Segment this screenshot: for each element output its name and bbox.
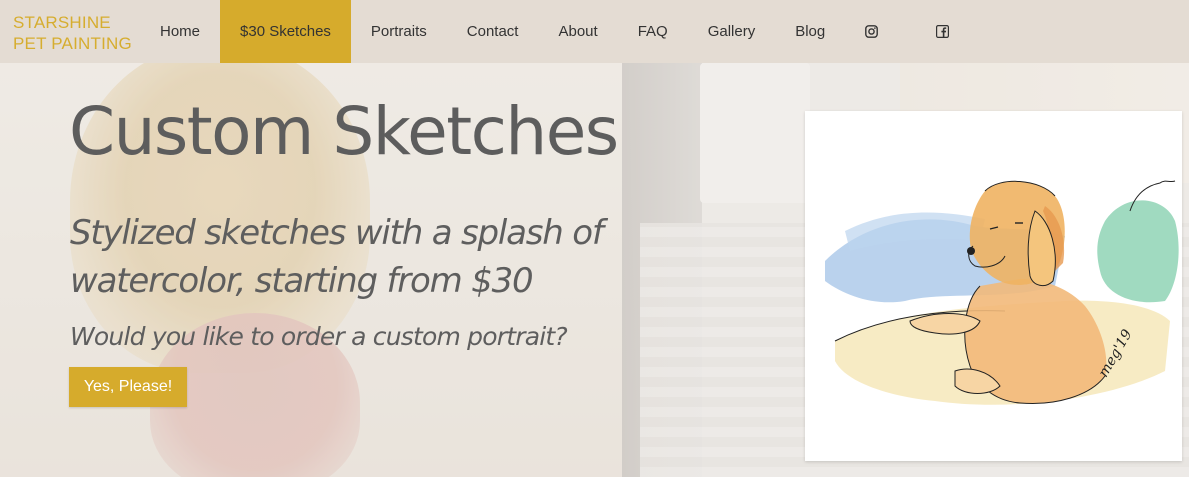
hero-question: Would you like to order a custom portrai…	[70, 322, 568, 351]
nav-portraits[interactable]: Portraits	[351, 0, 447, 63]
nav-about[interactable]: About	[538, 0, 617, 63]
yes-please-button[interactable]: Yes, Please!	[69, 367, 187, 407]
site-logo[interactable]: STARSHINE PET PAINTING	[0, 0, 140, 63]
nav-contact[interactable]: Contact	[447, 0, 539, 63]
page-bottom-strip	[0, 477, 1189, 503]
nav-blog[interactable]: Blog	[775, 0, 845, 63]
instagram-icon[interactable]	[845, 0, 898, 63]
logo-line-2: PET PAINTING	[13, 34, 132, 53]
facebook-icon[interactable]	[898, 0, 969, 63]
dog-sketch-image: meg'19	[805, 111, 1182, 461]
page-title: Custom Sketches	[69, 93, 619, 170]
nav-faq[interactable]: FAQ	[618, 0, 688, 63]
nav-gallery[interactable]: Gallery	[688, 0, 776, 63]
logo-line-1: STARSHINE	[13, 13, 111, 32]
hero-section: Custom Sketches Stylized sketches with a…	[0, 63, 1189, 477]
top-navbar: STARSHINE PET PAINTING Home $30 Sketches…	[0, 0, 1189, 63]
nav-30-sketches[interactable]: $30 Sketches	[220, 0, 351, 63]
main-menu: Home $30 Sketches Portraits Contact Abou…	[140, 0, 969, 63]
nav-home[interactable]: Home	[140, 0, 220, 63]
hero-subtitle: Stylized sketches with a splash of water…	[70, 213, 604, 301]
